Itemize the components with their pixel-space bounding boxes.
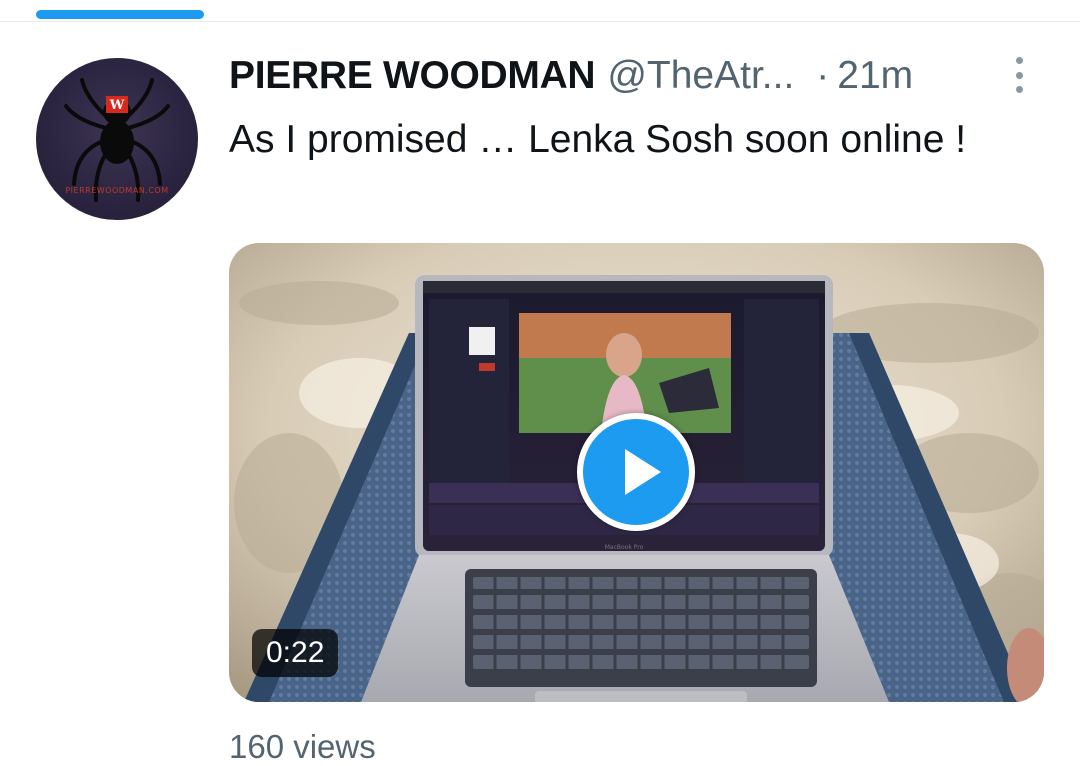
video-duration-badge: 0:22 — [252, 629, 339, 677]
timestamp[interactable]: 21m — [837, 54, 913, 98]
play-icon — [625, 449, 661, 495]
video-player[interactable]: MacBook Pro 0:22 — [229, 243, 1044, 702]
laptop-label: MacBook Pro — [605, 544, 644, 551]
tweet-text: As I promised … Lenka Sosh soon online ! — [229, 118, 967, 161]
spider-logo-icon: W — [64, 78, 170, 202]
view-count[interactable]: 160 views — [229, 728, 376, 766]
top-divider — [0, 21, 1080, 22]
avatar-caption: PIERREWOODMAN.COM — [65, 186, 169, 195]
author-name[interactable]: PIERRE WOODMAN — [229, 54, 596, 98]
play-button[interactable] — [577, 413, 695, 531]
more-vertical-icon[interactable] — [1004, 56, 1034, 94]
avatar-logo-letter: W — [109, 98, 125, 113]
tweet-header: PIERRE WOODMAN @TheAtr... · 21m — [229, 52, 1029, 100]
active-tab-indicator — [36, 10, 204, 19]
author-handle[interactable]: @TheAtr... — [607, 54, 794, 98]
avatar[interactable]: W PIERREWOODMAN.COM — [36, 58, 198, 220]
separator-dot: · — [816, 54, 830, 97]
